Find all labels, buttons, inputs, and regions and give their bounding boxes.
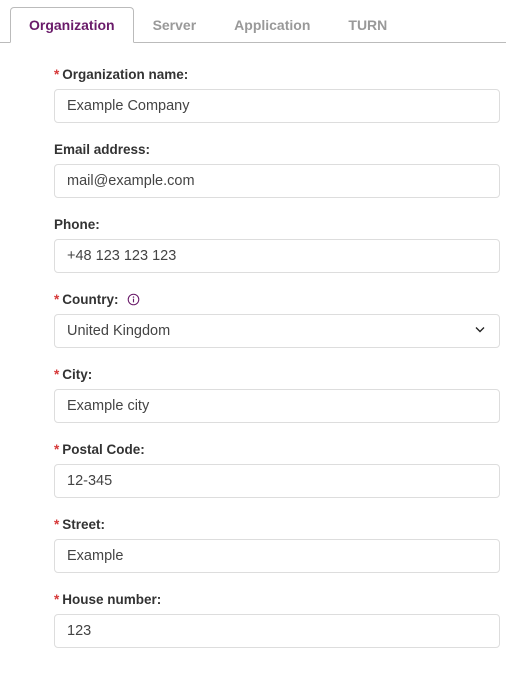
postal-code-input[interactable] bbox=[54, 464, 500, 498]
label-street: *Street: bbox=[54, 517, 502, 532]
required-star: * bbox=[54, 292, 59, 307]
label-house-number: *House number: bbox=[54, 592, 502, 607]
info-icon[interactable] bbox=[127, 293, 140, 306]
city-input[interactable] bbox=[54, 389, 500, 423]
org-name-input[interactable] bbox=[54, 89, 500, 123]
tab-server[interactable]: Server bbox=[134, 7, 216, 43]
country-select[interactable]: United Kingdom bbox=[54, 314, 500, 348]
group-street: *Street: bbox=[54, 517, 502, 573]
label-org-name: *Organization name: bbox=[54, 67, 502, 82]
required-star: * bbox=[54, 442, 59, 457]
form-container: *Organization name: Email address: Phone… bbox=[0, 43, 506, 648]
tabs-bar: Organization Server Application TURN bbox=[0, 6, 506, 43]
label-text: Email address: bbox=[54, 142, 150, 157]
label-text: Phone: bbox=[54, 217, 100, 232]
label-text: City: bbox=[62, 367, 92, 382]
label-text: Postal Code: bbox=[62, 442, 145, 457]
street-input[interactable] bbox=[54, 539, 500, 573]
group-email: Email address: bbox=[54, 142, 502, 198]
label-text: Street: bbox=[62, 517, 105, 532]
label-text: Organization name: bbox=[62, 67, 188, 82]
required-star: * bbox=[54, 517, 59, 532]
tab-organization[interactable]: Organization bbox=[10, 7, 134, 43]
group-house-number: *House number: bbox=[54, 592, 502, 648]
label-text: Country: bbox=[62, 292, 118, 307]
phone-input[interactable] bbox=[54, 239, 500, 273]
group-postal-code: *Postal Code: bbox=[54, 442, 502, 498]
tab-application[interactable]: Application bbox=[215, 7, 329, 43]
required-star: * bbox=[54, 592, 59, 607]
label-postal-code: *Postal Code: bbox=[54, 442, 502, 457]
group-phone: Phone: bbox=[54, 217, 502, 273]
label-country: *Country: bbox=[54, 292, 502, 307]
group-country: *Country: United Kingdom bbox=[54, 292, 502, 348]
house-number-input[interactable] bbox=[54, 614, 500, 648]
label-text: House number: bbox=[62, 592, 161, 607]
group-org-name: *Organization name: bbox=[54, 67, 502, 123]
required-star: * bbox=[54, 367, 59, 382]
group-city: *City: bbox=[54, 367, 502, 423]
required-star: * bbox=[54, 67, 59, 82]
tab-turn[interactable]: TURN bbox=[329, 7, 406, 43]
label-email: Email address: bbox=[54, 142, 502, 157]
email-input[interactable] bbox=[54, 164, 500, 198]
label-city: *City: bbox=[54, 367, 502, 382]
label-phone: Phone: bbox=[54, 217, 502, 232]
country-select-wrapper: United Kingdom bbox=[54, 314, 500, 348]
